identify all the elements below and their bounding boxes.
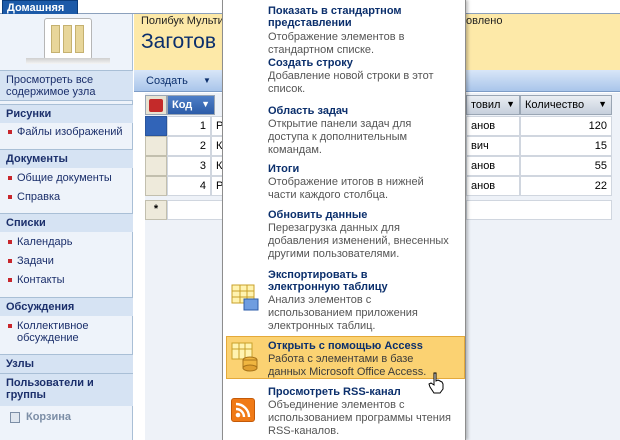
nav-item-team-discussion[interactable]: Коллективное обсуждение	[8, 320, 128, 344]
menu-item-title: Итоги	[268, 163, 300, 175]
cell-quantity[interactable]: 55	[520, 156, 612, 176]
cell-supplier[interactable]: вич	[466, 136, 520, 156]
access-icon	[230, 340, 260, 372]
menu-item-new-row[interactable]: Создать строку Добавление новой строки в…	[222, 54, 466, 100]
menu-item-desc: Открытие панели задач для доступа к допо…	[268, 118, 412, 156]
menu-item-title: Обновить данные	[268, 209, 368, 221]
create-button[interactable]: Создать	[146, 75, 188, 87]
chevron-down-icon[interactable]: ▼	[598, 99, 607, 109]
access-grid-corner-icon[interactable]	[145, 95, 167, 115]
cell-quantity[interactable]: 15	[520, 136, 612, 156]
cell-id[interactable]: 1	[167, 116, 211, 136]
column-header-quantity[interactable]: Количество ▼	[520, 95, 612, 115]
menu-item-desc: Отображение итогов в нижней части каждог…	[268, 176, 424, 201]
column-header-supplier-label: товил	[471, 99, 501, 111]
menu-item-desc: Анализ элементов с использованием прилож…	[268, 294, 418, 332]
nav-section-documents[interactable]: Документы	[0, 149, 133, 168]
menu-item-title: Показать в стандартном представлении	[268, 5, 402, 29]
menu-item-title: Просмотреть RSS-канал	[268, 386, 401, 398]
recycle-bin-icon	[10, 412, 20, 423]
column-header-id-label: Код	[172, 99, 193, 111]
menu-item-title: Открыть с помощью Access	[268, 340, 423, 352]
cell-supplier[interactable]: анов	[466, 116, 520, 136]
nav-item-help[interactable]: Справка	[8, 191, 128, 203]
menu-item-title: Область задач	[268, 105, 349, 117]
nav-section-lists[interactable]: Списки	[0, 213, 133, 232]
menu-item-rss-feed[interactable]: Просмотреть RSS-канал Объединение элемен…	[222, 382, 466, 440]
new-row-cell[interactable]	[466, 200, 612, 220]
spreadsheet-export-icon	[230, 282, 260, 312]
logo-shelf	[26, 58, 110, 64]
page-title: Заготов	[141, 30, 216, 53]
cell-id[interactable]: 3	[167, 156, 211, 176]
menu-item-standard-view[interactable]: Показать в стандартном представлении Ото…	[222, 0, 466, 56]
create-dropdown-arrow-icon[interactable]: ▼	[203, 76, 211, 85]
menu-item-task-pane[interactable]: Область задач Открытие панели задач для …	[222, 102, 466, 158]
cell-supplier[interactable]: анов	[466, 176, 520, 196]
nav-section-sites[interactable]: Узлы	[0, 354, 133, 373]
menu-item-desc: Объединение элементов с использованием п…	[268, 399, 451, 437]
menu-item-desc: Добавление новой строки в этот список.	[268, 70, 434, 95]
nav-item-shared-documents[interactable]: Общие документы	[8, 172, 128, 184]
cell-id[interactable]: 4	[167, 176, 211, 196]
nav-item-tasks[interactable]: Задачи	[8, 255, 128, 267]
cell-supplier[interactable]: анов	[466, 156, 520, 176]
chevron-down-icon[interactable]: ▼	[506, 99, 515, 109]
menu-item-desc: Перезагрузка данных для добавления измен…	[268, 222, 449, 260]
nav-section-pictures[interactable]: Рисунки	[0, 104, 133, 123]
breadcrumb-status: овлено	[466, 15, 503, 27]
site-logo	[44, 18, 92, 60]
row-selector[interactable]	[145, 156, 167, 176]
nav-section-people-groups[interactable]: Пользователи и группы	[0, 373, 133, 406]
menu-item-totals[interactable]: Итоги Отображение итогов в нижней части …	[222, 160, 466, 204]
rss-icon	[231, 398, 255, 422]
menu-item-title: Экспортировать в электронную таблицу	[268, 269, 388, 293]
cell-quantity[interactable]: 120	[520, 116, 612, 136]
column-header-supplier[interactable]: товил ▼	[466, 95, 520, 115]
row-selector-selected[interactable]	[145, 116, 167, 136]
new-row-cell[interactable]	[167, 200, 223, 220]
recycle-bin-link[interactable]: Корзина	[26, 411, 71, 423]
nav-section-discussions[interactable]: Обсуждения	[0, 297, 133, 316]
menu-item-title: Создать строку	[268, 57, 353, 69]
row-selector[interactable]	[145, 176, 167, 196]
column-header-quantity-label: Количество	[525, 99, 585, 111]
nav-item-calendar[interactable]: Календарь	[8, 236, 128, 248]
cell-id[interactable]: 2	[167, 136, 211, 156]
nav-item-contacts[interactable]: Контакты	[8, 274, 128, 286]
tab-home[interactable]: Домашняя	[2, 0, 78, 15]
view-all-site-content-link[interactable]: Просмотреть все содержимое узла	[0, 70, 133, 101]
menu-item-refresh[interactable]: Обновить данные Перезагрузка данных для …	[222, 206, 466, 264]
menu-item-desc: Работа с элементами в базе данных Micros…	[268, 353, 427, 378]
nav-item-image-files[interactable]: Файлы изображений	[8, 126, 128, 138]
cell-quantity[interactable]: 22	[520, 176, 612, 196]
menu-item-export-spreadsheet[interactable]: Экспортировать в электронную таблицу Ана…	[222, 266, 466, 332]
chevron-down-icon[interactable]: ▼	[201, 99, 210, 109]
row-selector[interactable]	[145, 136, 167, 156]
column-header-id[interactable]: Код ▼	[167, 95, 215, 115]
new-row-marker[interactable]: *	[145, 200, 167, 220]
